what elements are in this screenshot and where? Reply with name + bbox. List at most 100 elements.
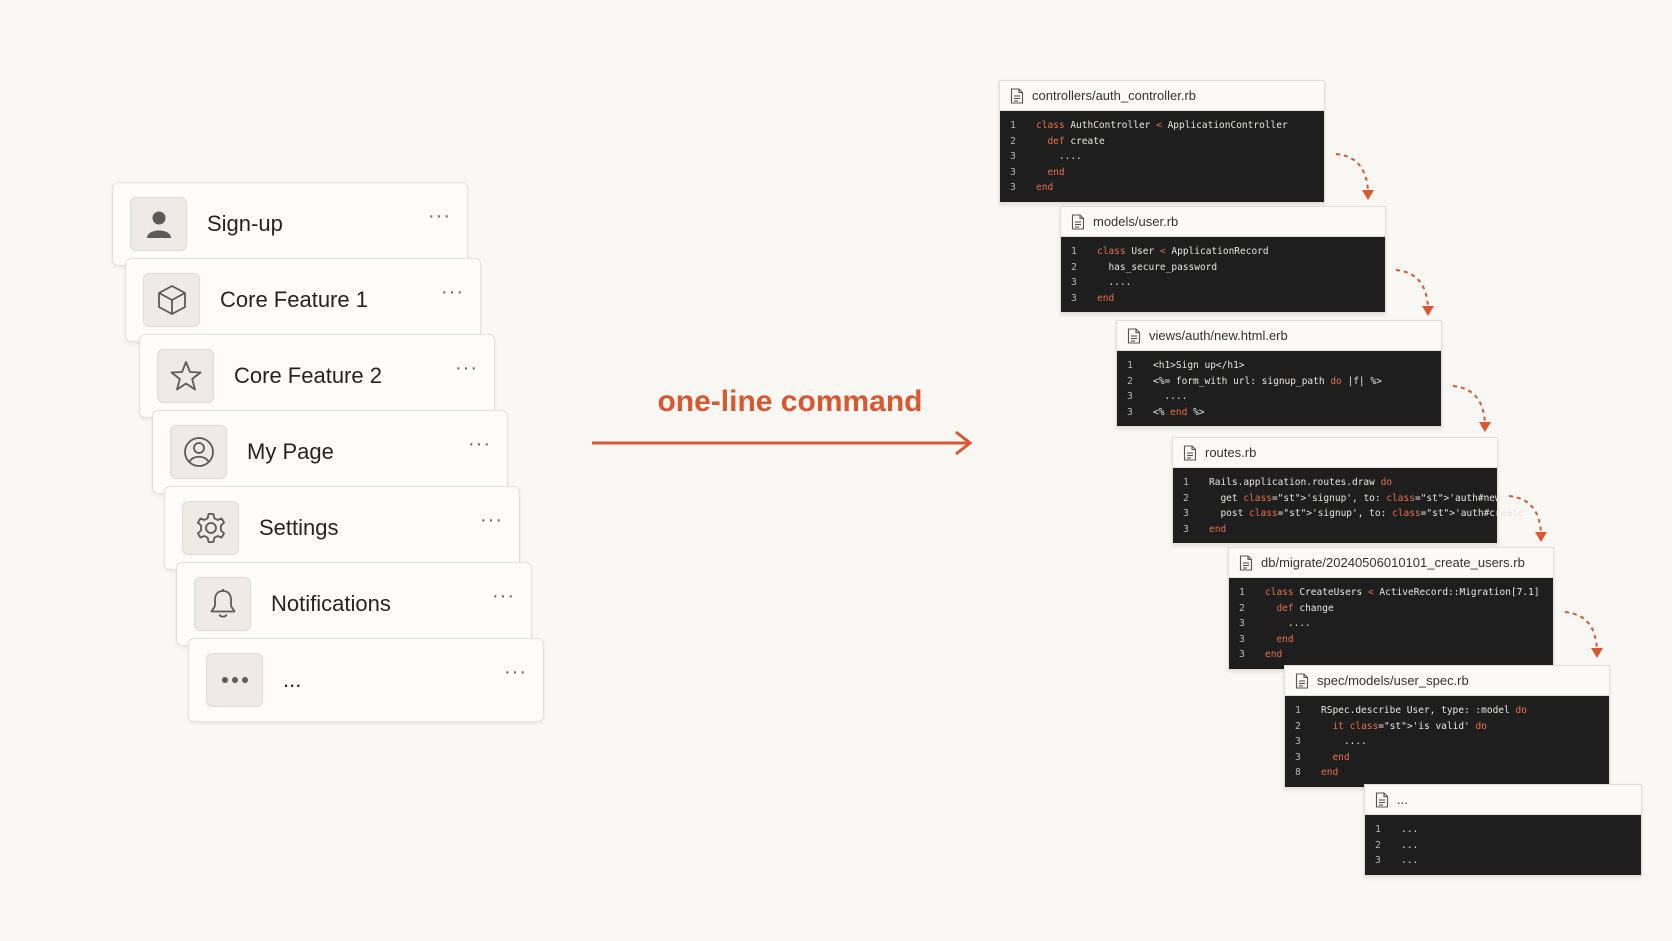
code-text: it class="st">'is valid' do bbox=[1332, 720, 1487, 732]
line-number: 3 bbox=[1239, 649, 1245, 660]
code-line: 1 class User < ApplicationRecord bbox=[1061, 244, 1385, 260]
file-header: controllers/auth_controller.rb bbox=[1000, 81, 1324, 111]
more-options-icon[interactable]: ··· bbox=[428, 205, 451, 228]
code-line: 3 end bbox=[1000, 180, 1324, 196]
file-header: db/migrate/20240506010101_create_users.r… bbox=[1229, 548, 1553, 578]
code-line: 1 RSpec.describe User, type: :model do bbox=[1285, 703, 1609, 719]
line-number: 1 bbox=[1010, 120, 1016, 131]
feature-card[interactable]: Settings ··· bbox=[164, 486, 520, 570]
file-name: db/migrate/20240506010101_create_users.r… bbox=[1261, 555, 1525, 570]
code-line: 3 .... bbox=[1000, 149, 1324, 165]
line-number: 3 bbox=[1071, 277, 1077, 288]
file-name: views/auth/new.html.erb bbox=[1149, 328, 1288, 343]
line-number: 3 bbox=[1183, 508, 1189, 519]
line-number: 3 bbox=[1239, 633, 1245, 645]
line-number: 1 bbox=[1295, 705, 1301, 716]
code-text: class AuthController < ApplicationContro… bbox=[1036, 120, 1288, 131]
code-text: RSpec.describe User, type: :model do bbox=[1321, 705, 1527, 716]
code-line: 3 end bbox=[1173, 522, 1497, 538]
more-options-icon[interactable]: ··· bbox=[480, 509, 503, 532]
code-text: get class="st">'signup', to: class="st">… bbox=[1209, 492, 1507, 504]
more-options-icon[interactable]: ··· bbox=[441, 281, 464, 304]
code-text: <h1>Sign up</h1> bbox=[1153, 360, 1245, 371]
file-name: controllers/auth_controller.rb bbox=[1032, 88, 1197, 103]
feature-card[interactable]: Notifications ··· bbox=[176, 562, 532, 646]
code-file-panel: views/auth/new.html.erb 1 <h1>Sign up</h1>… bbox=[1116, 320, 1442, 427]
code-line: 1 <h1>Sign up</h1> bbox=[1117, 358, 1441, 374]
code-text: end bbox=[1097, 292, 1115, 304]
code-text: class User < ApplicationRecord bbox=[1097, 246, 1269, 257]
code-line: 3 end bbox=[1285, 750, 1609, 766]
file-icon bbox=[1239, 554, 1261, 571]
dashed-arrow-icon bbox=[1508, 495, 1547, 542]
more-options-icon[interactable]: ··· bbox=[468, 433, 491, 456]
feature-label: ... bbox=[283, 667, 302, 692]
line-number: 3 bbox=[1183, 523, 1189, 535]
code-file-panel: ... 1... 2... 3... bbox=[1364, 784, 1642, 876]
dashed-arrow-icon bbox=[1452, 385, 1491, 432]
feature-card[interactable]: My Page ··· bbox=[152, 410, 508, 494]
file-header: spec/models/user_spec.rb bbox=[1285, 666, 1609, 696]
command-label: one-line command bbox=[657, 385, 923, 418]
line-number: 3 bbox=[1127, 391, 1133, 402]
file-icon bbox=[1010, 87, 1032, 104]
file-icon bbox=[1375, 791, 1397, 808]
code-line: 3 .... bbox=[1117, 389, 1441, 405]
code-block: 1 class AuthController < ApplicationContr… bbox=[1000, 111, 1324, 202]
dashed-arrow-icon bbox=[1395, 269, 1434, 316]
line-number: 8 bbox=[1295, 767, 1301, 778]
code-text: def create bbox=[1047, 135, 1105, 147]
code-text: end bbox=[1321, 767, 1339, 778]
code-text: end bbox=[1276, 633, 1294, 645]
feature-label: Sign-up bbox=[207, 211, 283, 236]
right-arrow-icon bbox=[592, 430, 973, 456]
file-name: models/user.rb bbox=[1093, 214, 1179, 229]
feature-card[interactable]: Core Feature 1 ··· bbox=[125, 258, 481, 342]
code-text: .... bbox=[1097, 277, 1132, 288]
code-line: 2 has_secure_password bbox=[1061, 260, 1385, 276]
person-icon bbox=[130, 197, 187, 251]
feature-label: My Page bbox=[247, 439, 334, 464]
file-header: models/user.rb bbox=[1061, 207, 1385, 237]
dashed-arrow-icon bbox=[1335, 153, 1374, 200]
code-line: 3 end bbox=[1061, 291, 1385, 307]
code-line: 2 it class="st">'is valid' do bbox=[1285, 719, 1609, 735]
code-block: 1 class User < ApplicationRecord 2 has_sec… bbox=[1061, 237, 1385, 312]
line-number: 1 bbox=[1375, 824, 1381, 835]
code-line: 3 end bbox=[1229, 632, 1553, 648]
more-options-icon[interactable]: ··· bbox=[455, 357, 478, 380]
star-icon bbox=[157, 349, 214, 403]
file-header: ... bbox=[1365, 785, 1641, 815]
code-text: ... bbox=[1401, 855, 1419, 866]
code-line: 1... bbox=[1365, 822, 1641, 838]
more-options-icon[interactable]: ··· bbox=[492, 585, 515, 608]
file-name: spec/models/user_spec.rb bbox=[1317, 673, 1469, 688]
feature-label: Core Feature 2 bbox=[234, 363, 382, 388]
line-number: 2 bbox=[1375, 839, 1381, 851]
ellipsis-icon bbox=[206, 653, 263, 707]
feature-card[interactable]: Sign-up ··· bbox=[112, 182, 468, 266]
file-icon bbox=[1183, 444, 1205, 461]
file-name: ... bbox=[1397, 792, 1408, 807]
feature-card[interactable]: Core Feature 2 ··· bbox=[139, 334, 495, 418]
more-options-icon[interactable]: ··· bbox=[504, 661, 527, 684]
cube-icon bbox=[143, 273, 200, 327]
code-line: 3 .... bbox=[1061, 275, 1385, 291]
file-icon bbox=[1127, 327, 1149, 344]
gear-icon bbox=[182, 501, 239, 555]
code-line: 2 <%= form_with url: signup_path do |f| %… bbox=[1117, 374, 1441, 390]
file-header: views/auth/new.html.erb bbox=[1117, 321, 1441, 351]
line-number: 2 bbox=[1071, 261, 1077, 273]
code-line: 2 get class="st">'signup', to: class="st… bbox=[1173, 491, 1506, 507]
code-line: 2... bbox=[1365, 838, 1641, 854]
code-file-panel: models/user.rb 1 class User < ApplicationR… bbox=[1060, 206, 1386, 313]
code-text: end bbox=[1036, 182, 1054, 193]
code-line: 8 end bbox=[1285, 765, 1609, 781]
code-text: def change bbox=[1276, 602, 1334, 614]
line-number: 3 bbox=[1010, 182, 1016, 193]
feature-card[interactable]: ... ··· bbox=[188, 638, 544, 722]
feature-label: Settings bbox=[259, 515, 339, 540]
line-number: 1 bbox=[1183, 477, 1189, 488]
line-number: 2 bbox=[1295, 720, 1301, 732]
code-line: 3 end bbox=[1000, 165, 1324, 181]
